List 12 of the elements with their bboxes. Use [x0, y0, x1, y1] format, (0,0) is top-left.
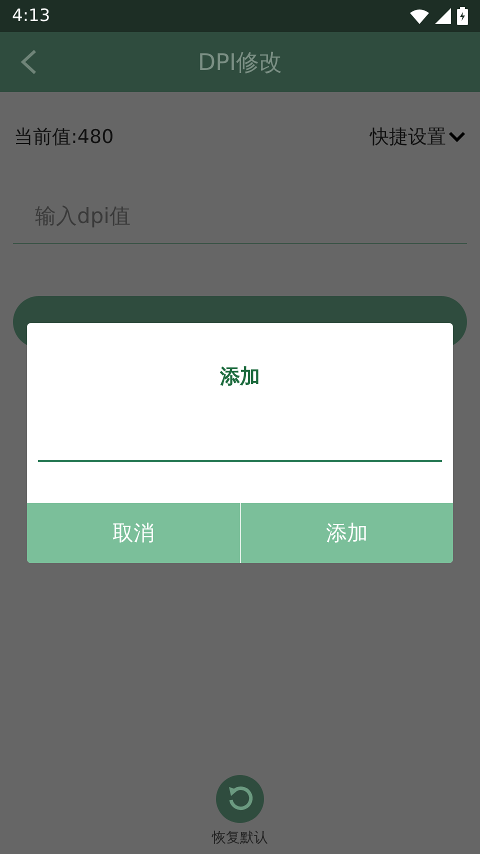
- add-button[interactable]: 添加: [240, 503, 453, 563]
- dialog-title: 添加: [220, 363, 260, 390]
- restore-button[interactable]: [216, 775, 264, 823]
- signal-icon: [435, 8, 451, 24]
- battery-icon: [457, 7, 468, 25]
- status-time: 4:13: [12, 6, 50, 26]
- restore-label: 恢复默认: [212, 829, 268, 847]
- page-title: DPI修改: [198, 48, 282, 78]
- current-value: 当前值:480: [14, 125, 114, 150]
- quick-settings-label[interactable]: 快捷设置: [370, 124, 446, 150]
- wifi-icon: [410, 8, 429, 24]
- chevron-down-icon[interactable]: [448, 131, 466, 143]
